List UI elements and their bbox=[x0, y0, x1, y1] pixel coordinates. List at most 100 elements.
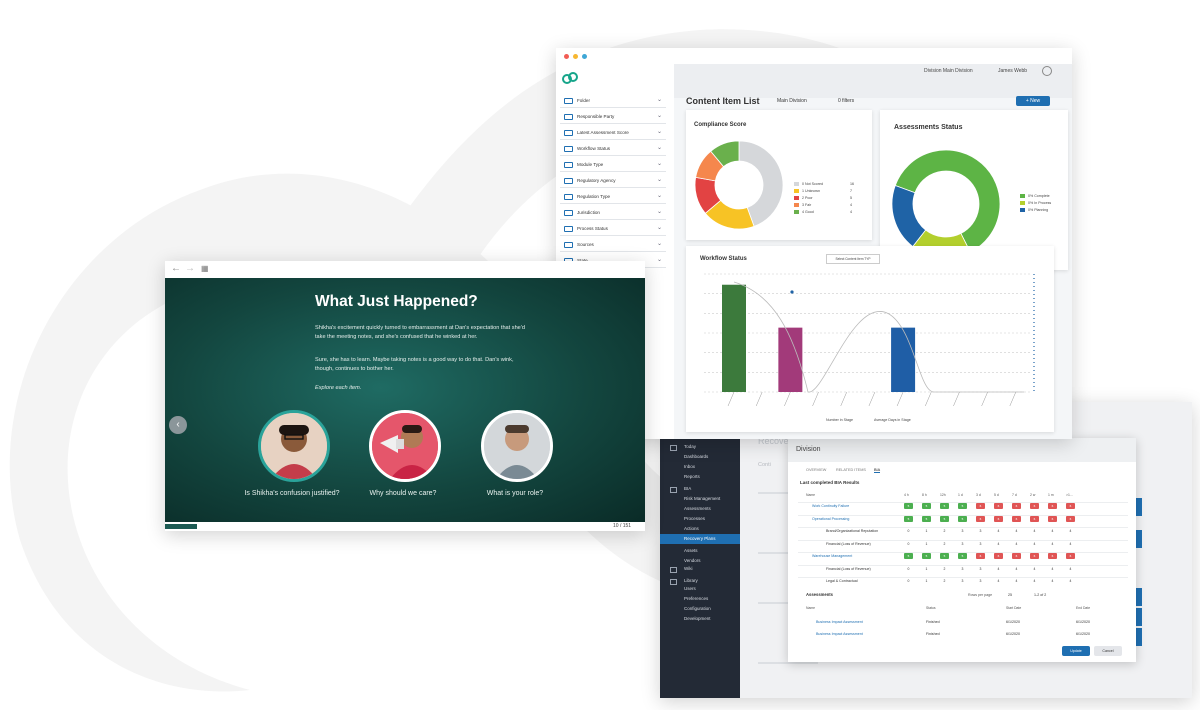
megaphone-avatar[interactable] bbox=[369, 410, 441, 482]
item-caption[interactable]: Is Shikha's confusion justified? bbox=[232, 490, 352, 497]
chevron-down-icon[interactable]: ⌄ bbox=[657, 94, 662, 107]
chevron-down-icon[interactable]: ⌄ bbox=[657, 254, 662, 267]
bia-score-value: 0 bbox=[907, 566, 910, 571]
nav-item[interactable]: Actions bbox=[660, 524, 740, 534]
workflow-legend-days: Average Days in Stage bbox=[874, 418, 911, 422]
bia-score-value: 4 bbox=[1051, 566, 1054, 571]
nav-icon bbox=[670, 487, 677, 493]
bia-score-value: 1 bbox=[925, 579, 928, 583]
filter-label: Responsible Party bbox=[577, 114, 615, 119]
compliance-donut bbox=[694, 140, 784, 230]
filter-item[interactable]: Latest Assessment Score ⌄ bbox=[560, 126, 666, 140]
nav-item[interactable]: Assessments bbox=[660, 504, 740, 514]
background-section-title: Conti bbox=[758, 462, 771, 468]
filter-item[interactable]: Process Status ⌄ bbox=[560, 222, 666, 236]
user-name[interactable]: James Webb bbox=[998, 68, 1027, 74]
tab-overview[interactable]: OVERVIEW bbox=[806, 468, 826, 472]
nav-label: Assets bbox=[684, 548, 698, 553]
man-avatar[interactable] bbox=[481, 410, 553, 482]
bia-score-value: 0 bbox=[907, 529, 910, 533]
filter-item[interactable]: Jurisdiction ⌄ bbox=[560, 206, 666, 220]
legend-swatch bbox=[794, 203, 799, 207]
filter-item[interactable]: Regulation Type ⌄ bbox=[560, 190, 666, 204]
bia-score-cell: 5 bbox=[958, 553, 967, 559]
tab-related-items[interactable]: RELATED ITEMS bbox=[836, 468, 866, 472]
assessment-link[interactable]: Business Impact Assessment bbox=[816, 632, 863, 636]
chevron-down-icon[interactable]: ⌄ bbox=[657, 158, 662, 171]
chevron-down-icon[interactable]: ⌄ bbox=[657, 126, 662, 139]
nav-item[interactable]: Wiki bbox=[660, 564, 740, 574]
bia-score-cell: 6 bbox=[994, 503, 1003, 509]
bia-column-header: 2 w bbox=[1030, 493, 1036, 497]
bia-score-cell: 5 bbox=[940, 515, 949, 522]
bar[interactable] bbox=[722, 284, 746, 392]
assessment-link[interactable]: Business Impact Assessment bbox=[816, 620, 863, 624]
previous-slide-button[interactable]: ‹ bbox=[169, 416, 187, 434]
trend-line bbox=[733, 281, 1024, 393]
forward-arrow-icon[interactable]: → bbox=[185, 263, 195, 274]
filter-item[interactable]: Folder ⌄ bbox=[560, 94, 666, 108]
assessment-status: Finished bbox=[926, 632, 940, 636]
bia-row-name[interactable]: Work Continuity Failure bbox=[812, 504, 849, 508]
app-logo-icon bbox=[562, 72, 578, 84]
update-button[interactable]: Update bbox=[1062, 646, 1090, 656]
filter-item[interactable]: Responsible Party ⌄ bbox=[560, 110, 666, 124]
nav-item[interactable]: Development bbox=[660, 614, 740, 624]
nav-item[interactable]: Dashboards bbox=[660, 452, 740, 462]
user-icon[interactable] bbox=[1042, 66, 1052, 76]
maximize-dot[interactable] bbox=[582, 54, 587, 59]
item-caption[interactable]: What is your role? bbox=[455, 490, 575, 497]
data-point[interactable] bbox=[790, 290, 794, 294]
minimize-dot[interactable] bbox=[573, 54, 578, 59]
new-button[interactable]: + New bbox=[1016, 96, 1050, 106]
assessment-end: 6/1/2020 bbox=[1076, 620, 1090, 624]
item-caption[interactable]: Why should we care? bbox=[343, 490, 463, 497]
bia-score-cell: 5 bbox=[922, 503, 931, 509]
bia-score-value: 3 bbox=[961, 541, 964, 546]
nav-item[interactable]: Today bbox=[660, 442, 740, 452]
chevron-down-icon[interactable]: ⌄ bbox=[657, 142, 662, 155]
nav-item[interactable]: Users bbox=[660, 584, 740, 594]
tab-bia[interactable]: BIA bbox=[874, 468, 881, 473]
nav-item[interactable]: Processes bbox=[660, 514, 740, 524]
filter-item[interactable]: Sources ⌄ bbox=[560, 238, 666, 252]
chevron-down-icon[interactable]: ⌄ bbox=[657, 110, 662, 123]
legend-value: 5 bbox=[850, 196, 852, 200]
bia-row-name[interactable]: Warehouse Management bbox=[812, 554, 852, 558]
filters-dropdown[interactable]: 0 filters bbox=[838, 98, 854, 104]
chevron-down-icon[interactable]: ⌄ bbox=[657, 222, 662, 235]
back-arrow-icon[interactable]: ← bbox=[171, 263, 181, 274]
filter-item[interactable]: Workflow Status ⌄ bbox=[560, 142, 666, 156]
nav-item[interactable]: Recovery Plans bbox=[660, 534, 740, 544]
nav-item[interactable]: BIA bbox=[660, 484, 740, 494]
chevron-down-icon[interactable]: ⌄ bbox=[657, 190, 662, 203]
nav-item[interactable]: Reports bbox=[660, 472, 740, 482]
nav-item[interactable]: Risk Management bbox=[660, 494, 740, 504]
breadcrumb[interactable]: Main Division bbox=[777, 98, 807, 104]
chevron-down-icon[interactable]: ⌄ bbox=[657, 206, 662, 219]
content-type-select[interactable]: Select Content Item TYP bbox=[826, 254, 880, 264]
close-dot[interactable] bbox=[564, 54, 569, 59]
nav-item[interactable]: Configuration bbox=[660, 604, 740, 614]
assessments-donut bbox=[891, 149, 1001, 259]
bia-score-value: 4 bbox=[1051, 579, 1054, 583]
nav-item[interactable]: Inbox bbox=[660, 462, 740, 472]
filter-item[interactable]: Module Type ⌄ bbox=[560, 158, 666, 172]
cancel-button[interactable]: Cancel bbox=[1094, 646, 1122, 656]
nav-item[interactable]: Assets bbox=[660, 546, 740, 556]
filter-item[interactable]: Regulatory Agency ⌄ bbox=[560, 174, 666, 188]
chevron-down-icon[interactable]: ⌄ bbox=[657, 238, 662, 251]
bia-column-header: 4 h bbox=[904, 493, 909, 497]
bia-row-name[interactable]: Operational Processing bbox=[812, 517, 849, 521]
division-selector[interactable]: Division Main Division bbox=[924, 68, 973, 74]
filter-label: Regulation Type bbox=[577, 194, 611, 199]
bar[interactable] bbox=[891, 327, 916, 392]
bia-score-value: 1 bbox=[925, 541, 928, 546]
nav-item[interactable]: Preferences bbox=[660, 594, 740, 604]
shikha-avatar[interactable] bbox=[258, 410, 330, 482]
chevron-down-icon[interactable]: ⌄ bbox=[657, 174, 662, 187]
grid-menu-icon[interactable]: ▦ bbox=[201, 264, 209, 273]
nav-label: BIA bbox=[684, 486, 692, 491]
rows-per-page-select[interactable]: 25 bbox=[1008, 593, 1012, 597]
bia-score-value: 4 bbox=[1033, 529, 1036, 533]
